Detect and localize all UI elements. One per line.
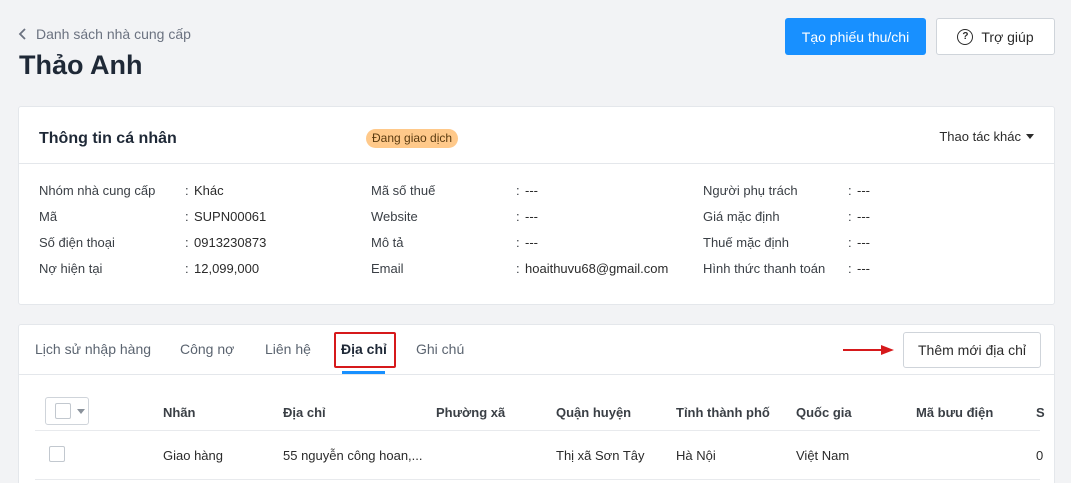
more-actions-label: Thao tác khác — [939, 129, 1021, 144]
info-column-3: Người phụ trách: --- Giá mặc định: --- Thu… — [703, 183, 1033, 287]
info-value: --- — [525, 235, 538, 250]
info-row: Mã: SUPN00061 — [39, 209, 267, 224]
tab-purchase-history[interactable]: Lịch sử nhập hàng — [35, 341, 151, 357]
help-label: Trợ giúp — [981, 28, 1034, 45]
info-label: Website — [371, 209, 418, 224]
info-row: Mã số thuế: --- — [371, 183, 538, 198]
add-address-button[interactable]: Thêm mới địa chỉ — [903, 332, 1041, 368]
column-header-province: Tỉnh thành phố — [676, 405, 770, 420]
column-header-country: Quốc gia — [796, 405, 852, 420]
profile-card-header: Thông tin cá nhân Đang giao dịch Thao tá… — [19, 107, 1054, 164]
create-receipt-button[interactable]: Tạo phiếu thu/chi — [785, 18, 926, 55]
column-header-address: Địa chỉ — [283, 405, 326, 420]
info-row: Thuế mặc định: --- — [703, 235, 870, 250]
info-label: Thuế mặc định — [703, 235, 789, 250]
info-column-1: Nhóm nhà cung cấp: Khác Mã: SUPN00061 Số đ… — [39, 183, 359, 287]
info-row: Số điện thoại:0913230873 — [39, 235, 267, 250]
more-actions-dropdown[interactable]: Thao tác khác — [939, 129, 1034, 144]
breadcrumb-label: Danh sách nhà cung cấp — [36, 26, 191, 42]
info-label: Mã số thuế — [371, 183, 436, 198]
caret-down-icon — [77, 408, 85, 414]
profile-card: Thông tin cá nhân Đang giao dịch Thao tá… — [18, 106, 1055, 305]
tab-contacts[interactable]: Liên hệ — [265, 341, 311, 357]
info-value: --- — [857, 209, 870, 224]
info-value: Khác — [194, 183, 224, 198]
info-label: Giá mặc định — [703, 209, 780, 224]
column-header-ward: Phường xã — [436, 405, 506, 420]
info-label: Người phụ trách — [703, 183, 798, 198]
info-value: --- — [525, 209, 538, 224]
cell-country: Việt Nam — [796, 448, 850, 463]
tab-notes[interactable]: Ghi chú — [416, 341, 464, 357]
status-badge: Đang giao dịch — [366, 129, 459, 148]
column-header-label: Nhãn — [163, 405, 196, 420]
info-label: Mô tả — [371, 235, 404, 250]
chevron-left-icon — [18, 28, 26, 40]
cell-truncated: 0 — [1036, 448, 1044, 463]
info-label: Hình thức thanh toán — [703, 261, 826, 276]
tab-debt[interactable]: Công nợ — [180, 341, 234, 357]
select-all-checkbox[interactable] — [55, 403, 71, 419]
cell-label: Giao hàng — [163, 448, 223, 463]
info-value: --- — [857, 261, 870, 276]
info-label: Số điện thoại — [39, 235, 115, 250]
info-row: Mô tả: --- — [371, 235, 538, 250]
active-tab-indicator — [342, 371, 385, 374]
row-checkbox[interactable] — [49, 446, 65, 462]
arrow-right-icon — [843, 345, 894, 355]
info-label: Mã — [39, 209, 58, 224]
table-header-divider — [35, 430, 1040, 431]
column-header-truncated: S — [1036, 405, 1045, 420]
cell-province: Hà Nội — [676, 448, 716, 463]
breadcrumb[interactable]: Danh sách nhà cung cấp — [18, 26, 191, 42]
info-row: Nhóm nhà cung cấp: Khác — [39, 183, 224, 198]
tabs-card: Lịch sử nhập hàng Công nợ Liên hệ Địa ch… — [18, 324, 1055, 483]
page-title: Thảo Anh — [19, 50, 143, 80]
select-all-dropdown[interactable] — [45, 397, 89, 425]
info-label: Email — [371, 261, 404, 276]
info-column-2: Mã số thuế: --- Website: --- Mô tả: --- Ema… — [371, 183, 701, 287]
info-row: Người phụ trách: --- — [703, 183, 870, 198]
question-circle-icon: ? — [957, 28, 974, 45]
info-value: --- — [525, 183, 538, 198]
column-header-postal-code: Mã bưu điện — [916, 405, 994, 420]
info-row: Email: hoaithuvu68@gmail.com — [371, 261, 669, 276]
help-button[interactable]: ? Trợ giúp — [936, 18, 1055, 55]
cell-district: Thị xã Sơn Tây — [556, 448, 645, 463]
column-header-district: Quận huyện — [556, 405, 632, 420]
info-row: Nợ hiện tại:12,099,000 — [39, 261, 260, 276]
info-row: Website: --- — [371, 209, 538, 224]
info-value: --- — [857, 235, 870, 250]
info-value: SUPN00061 — [194, 209, 267, 224]
info-value: 12,099,000 — [194, 261, 260, 276]
profile-title: Thông tin cá nhân — [39, 130, 177, 147]
info-label: Nhóm nhà cung cấp — [39, 183, 156, 198]
tabs-bar: Lịch sử nhập hàng Công nợ Liên hệ Địa ch… — [19, 325, 1054, 375]
info-value: 0913230873 — [194, 235, 267, 250]
info-row: Hình thức thanh toán: --- — [703, 261, 870, 276]
info-row: Giá mặc định: --- — [703, 209, 870, 224]
info-value: --- — [857, 183, 870, 198]
tab-highlight-box — [334, 332, 396, 368]
caret-down-icon — [1026, 134, 1034, 139]
cell-address: 55 nguyễn công hoan,... — [283, 448, 423, 463]
table-row-divider — [35, 479, 1040, 480]
info-value: hoaithuvu68@gmail.com — [525, 261, 669, 276]
info-label: Nợ hiện tại — [39, 261, 103, 276]
